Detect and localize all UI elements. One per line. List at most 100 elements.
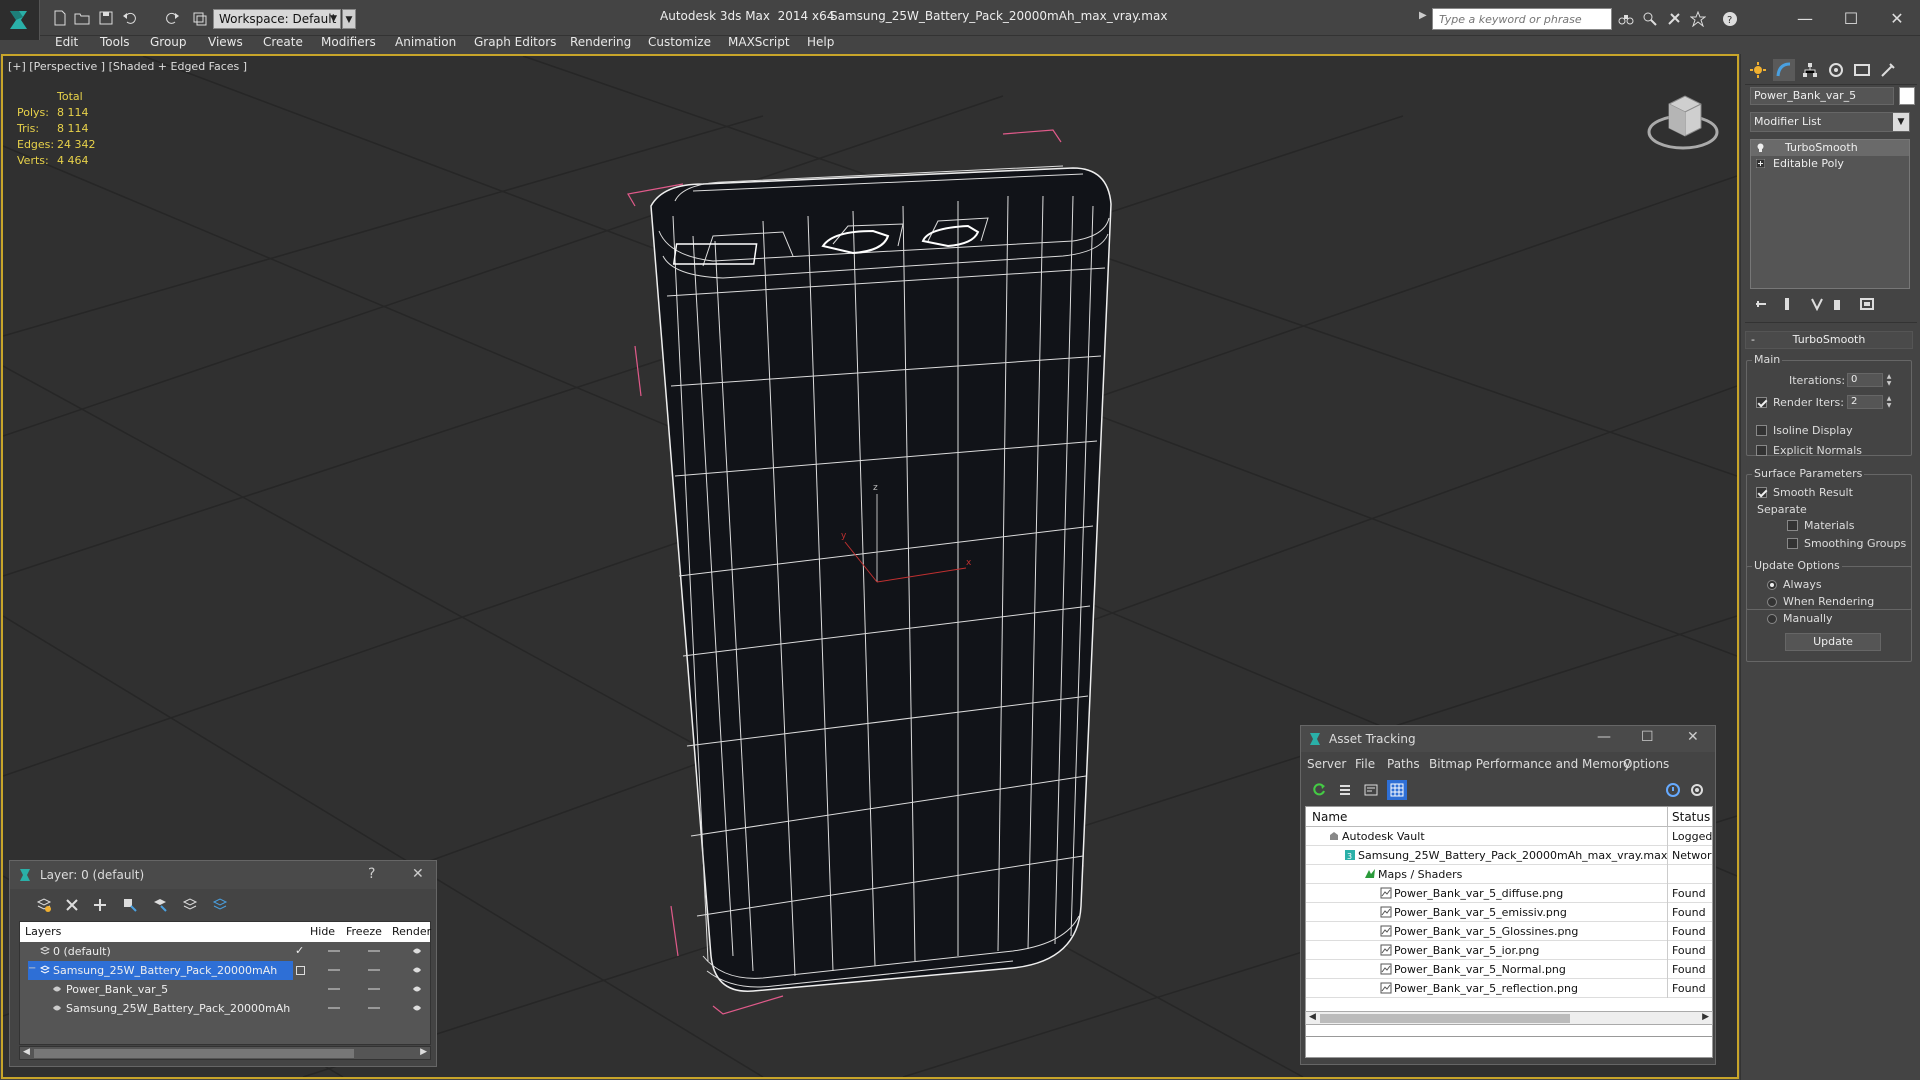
select-objects-icon[interactable] — [120, 895, 140, 915]
close-icon[interactable]: ✕ — [1687, 729, 1699, 745]
asset-row[interactable]: 3 Samsung_25W_Battery_Pack_20000mAh_max_… — [1306, 846, 1712, 865]
isoline-display-checkbox[interactable] — [1756, 425, 1767, 436]
smoothing-groups-checkbox[interactable] — [1787, 538, 1798, 549]
object-color-swatch[interactable] — [1899, 87, 1915, 105]
minimize-window-button[interactable]: — — [1782, 4, 1828, 32]
freeze-toggle[interactable] — [368, 1007, 380, 1009]
scroll-right-icon[interactable]: ▶ — [1702, 1012, 1709, 1022]
hierarchy-tab-icon[interactable] — [1799, 59, 1821, 81]
help-button[interactable]: ? — [368, 866, 375, 882]
remove-modifier-icon[interactable] — [1828, 295, 1846, 313]
asset-menu-file[interactable]: File — [1355, 757, 1375, 771]
utilities-tab-icon[interactable] — [1877, 59, 1899, 81]
menu-graph-editors[interactable]: Graph Editors — [474, 35, 556, 49]
pin-stack-icon[interactable] — [1752, 295, 1770, 313]
asset-path-field[interactable] — [1305, 1036, 1713, 1058]
asset-row[interactable]: Power_Bank_var_5_reflection.png Found — [1306, 979, 1712, 998]
motion-tab-icon[interactable] — [1825, 59, 1847, 81]
viewport-label[interactable]: [+] [Perspective ] [Shaded + Edged Faces… — [8, 60, 247, 73]
set-active-layer-box[interactable] — [296, 966, 305, 975]
smooth-result-checkbox[interactable] — [1756, 487, 1767, 498]
asset-row[interactable]: Maps / Shaders — [1306, 865, 1712, 884]
scrollbar-thumb[interactable] — [1320, 1014, 1570, 1023]
name-column-header[interactable]: Name — [1312, 810, 1347, 824]
scrollbar-thumb[interactable] — [34, 1049, 354, 1058]
turbosmooth-rollout-header[interactable]: - TurboSmooth — [1745, 331, 1913, 349]
freeze-toggle[interactable] — [368, 950, 380, 952]
freeze-all-icon[interactable] — [210, 895, 230, 915]
render-column-header[interactable]: Render — [392, 925, 431, 938]
asset-settings-icon[interactable] — [1687, 780, 1707, 800]
layer-horizontal-scrollbar[interactable]: ◀ ▶ — [19, 1046, 431, 1060]
render-teapot-icon[interactable] — [412, 984, 422, 994]
maximize-window-button[interactable]: ☐ — [1828, 4, 1874, 32]
spinner-arrows-icon[interactable]: ▲ ▼ — [1885, 373, 1893, 387]
asset-row[interactable]: Power_Bank_var_5_emissiv.png Found — [1306, 903, 1712, 922]
render-teapot-icon[interactable] — [412, 946, 422, 956]
search-box[interactable] — [1432, 8, 1612, 30]
asset-row[interactable]: Power_Bank_var_5_ior.png Found — [1306, 941, 1712, 960]
minimize-icon[interactable]: — — [1597, 729, 1611, 745]
hide-toggle[interactable] — [328, 950, 340, 952]
add-to-layer-icon[interactable] — [90, 895, 110, 915]
menu-rendering[interactable]: Rendering — [570, 35, 631, 49]
table-view-icon[interactable] — [1387, 780, 1407, 800]
binoculars-icon[interactable] — [1616, 9, 1636, 29]
hide-all-icon[interactable] — [180, 895, 200, 915]
new-file-icon[interactable] — [50, 8, 70, 28]
manually-radio[interactable] — [1767, 614, 1777, 624]
workspace-dropdown-button[interactable]: ▼ — [342, 9, 356, 29]
asset-row[interactable]: Power_Bank_var_5_Glossines.png Found — [1306, 922, 1712, 941]
layer-row[interactable]: 0 (default) ✓ — [20, 942, 430, 961]
menu-help[interactable]: Help — [807, 35, 834, 49]
freeze-toggle[interactable] — [368, 988, 380, 990]
scroll-left-icon[interactable]: ◀ — [1309, 1012, 1316, 1022]
asset-help-icon[interactable] — [1663, 780, 1683, 800]
layers-column-header[interactable]: Layers — [25, 925, 61, 938]
project-folder-icon[interactable] — [190, 8, 210, 28]
scroll-left-icon[interactable]: ◀ — [23, 1047, 30, 1057]
menu-group[interactable]: Group — [150, 35, 187, 49]
menu-customize[interactable]: Customize — [648, 35, 711, 49]
always-radio[interactable] — [1767, 580, 1777, 590]
status-column-header[interactable]: Status — [1672, 810, 1710, 824]
explicit-normals-checkbox[interactable] — [1756, 445, 1767, 456]
asset-horizontal-scrollbar[interactable]: ◀ ▶ — [1305, 1011, 1713, 1025]
render-teapot-icon[interactable] — [412, 965, 422, 975]
expand-plus-icon[interactable] — [1756, 159, 1765, 168]
show-end-result-icon[interactable] — [1778, 295, 1796, 313]
create-layer-icon[interactable] — [34, 895, 54, 915]
layer-window-titlebar[interactable]: Layer: 0 (default) ? ✕ — [10, 861, 436, 889]
asset-row[interactable]: Autodesk Vault Logged — [1306, 827, 1712, 846]
undo-icon[interactable] — [120, 8, 140, 28]
asset-menu-server[interactable]: Server — [1307, 757, 1346, 771]
hide-toggle[interactable] — [328, 969, 340, 971]
freeze-column-header[interactable]: Freeze — [346, 925, 382, 938]
maximize-icon[interactable]: ☐ — [1641, 729, 1654, 745]
search-input[interactable] — [1433, 9, 1611, 29]
iterations-spinner[interactable]: 0 — [1847, 373, 1883, 387]
search-arrow-icon[interactable]: ▶ — [1419, 10, 1427, 21]
menu-modifiers[interactable]: Modifiers — [321, 35, 376, 49]
close-window-button[interactable]: ✕ — [1874, 4, 1920, 32]
asset-row[interactable]: Power_Bank_var_5_diffuse.png Found — [1306, 884, 1712, 903]
render-teapot-icon[interactable] — [412, 1003, 422, 1013]
communication-center-icon[interactable] — [1640, 9, 1660, 29]
favorites-star-icon[interactable] — [1688, 9, 1708, 29]
help-icon[interactable]: ? — [1720, 9, 1740, 29]
create-tab-icon[interactable] — [1747, 59, 1769, 81]
workspace-selector[interactable]: Workspace: Default ▼ — [213, 9, 341, 29]
modifier-list-dropdown[interactable]: Modifier List ▼ — [1750, 112, 1910, 132]
tree-view-icon[interactable] — [1361, 780, 1381, 800]
lightbulb-icon[interactable] — [1756, 143, 1765, 152]
object-name-field[interactable]: Power_Bank_var_5 — [1750, 87, 1894, 105]
scroll-right-icon[interactable]: ▶ — [420, 1047, 427, 1057]
menu-edit[interactable]: Edit — [55, 35, 78, 49]
freeze-toggle[interactable] — [368, 969, 380, 971]
subscription-icon[interactable] — [1664, 9, 1684, 29]
materials-checkbox[interactable] — [1787, 520, 1798, 531]
render-iters-spinner[interactable]: 2 — [1847, 395, 1883, 409]
modify-tab-icon[interactable] — [1773, 59, 1795, 81]
when-rendering-radio[interactable] — [1767, 597, 1777, 607]
asset-menu-options[interactable]: Options — [1623, 757, 1669, 771]
